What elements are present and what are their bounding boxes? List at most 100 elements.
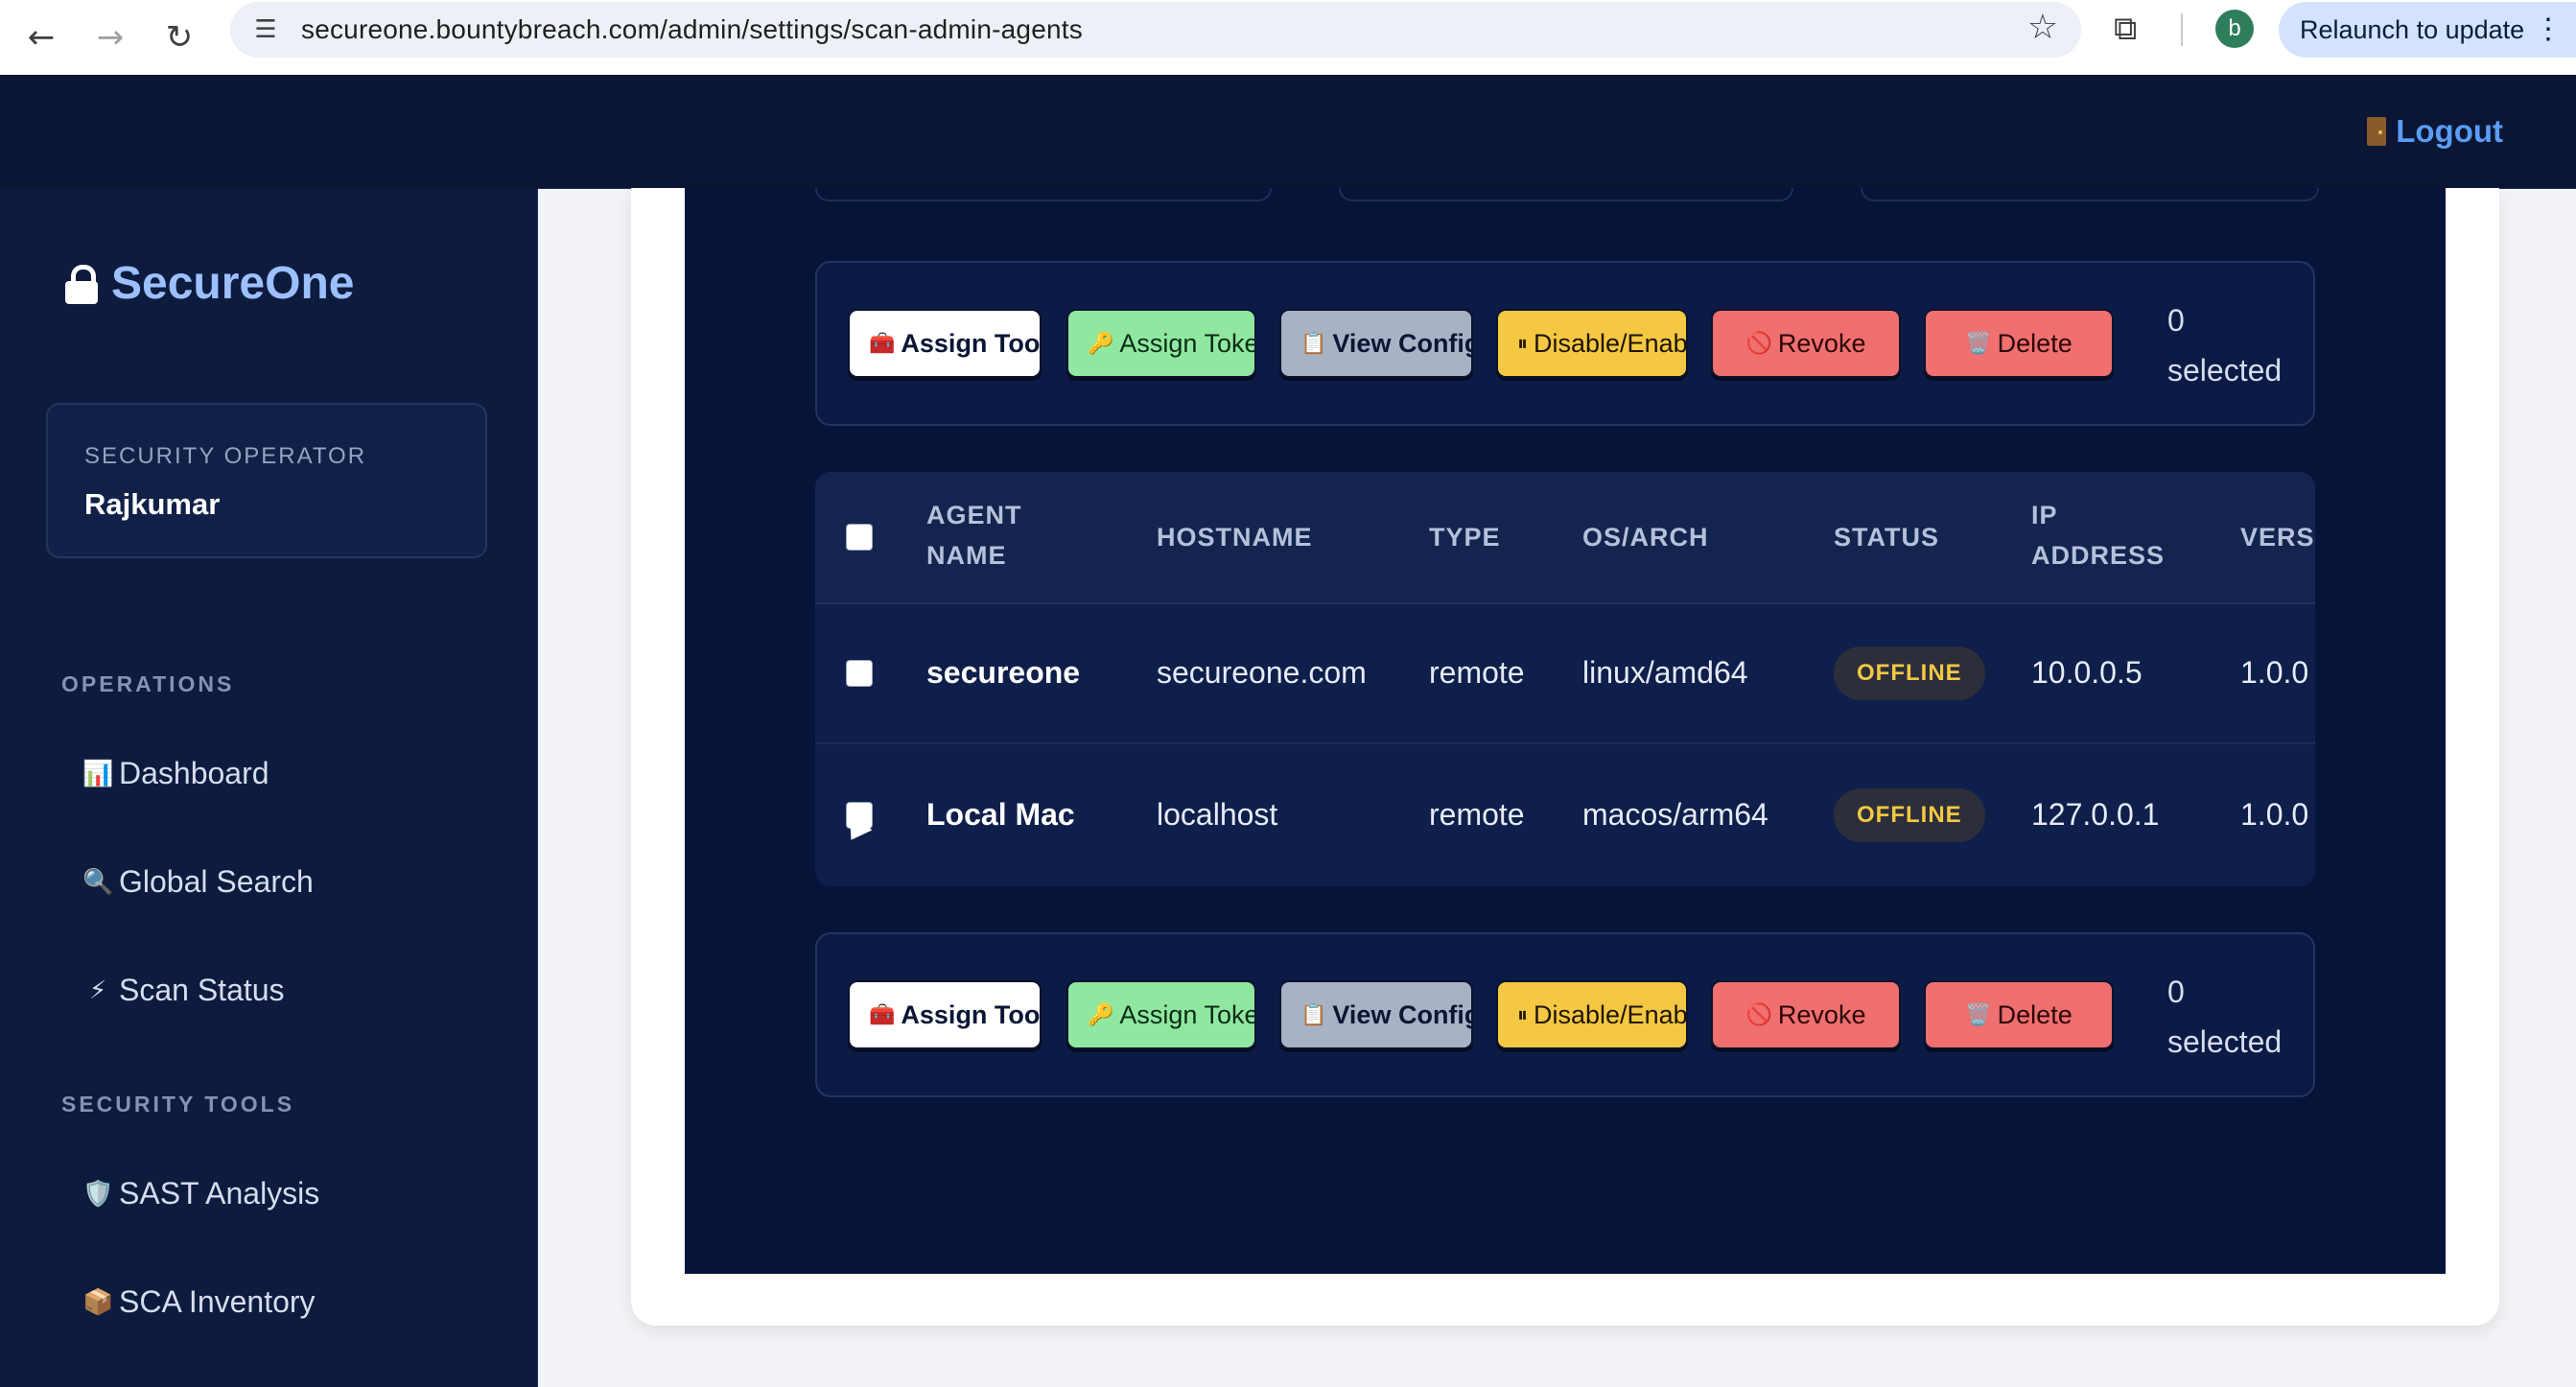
relaunch-label: Relaunch to update bbox=[2300, 15, 2525, 44]
bulk-action-bar-top: 🧰 Assign Tools 🔑 Assign Token 📋 View Con… bbox=[815, 261, 2315, 426]
address-bar[interactable]: ☰ secureone.bountybreach.com/admin/setti… bbox=[230, 2, 2081, 58]
row-checkbox[interactable] bbox=[846, 660, 873, 687]
sidebar-item-label: Scan Status bbox=[119, 973, 285, 1007]
toolbox-icon: 🧰 bbox=[869, 331, 896, 356]
user-card: SECURITY OPERATOR Rajkumar bbox=[46, 403, 487, 558]
type-cell: remote bbox=[1429, 655, 1525, 690]
clipboard-icon: 📋 bbox=[1300, 331, 1327, 356]
url-text[interactable]: secureone.bountybreach.com/admin/setting… bbox=[301, 2, 1083, 58]
tune-icon[interactable]: ☰ bbox=[247, 12, 284, 48]
assign-token-button[interactable]: 🔑 Assign Token bbox=[1066, 309, 1256, 378]
door-icon bbox=[2367, 117, 2387, 146]
delete-button[interactable]: 🗑️ Delete bbox=[1924, 980, 2114, 1049]
assign-token-label: Assign Token bbox=[1119, 328, 1254, 358]
logout-label: Logout bbox=[2396, 113, 2503, 149]
agent-name-cell: Local Mac bbox=[926, 797, 1075, 832]
assign-tools-button[interactable]: 🧰 Assign Tools bbox=[848, 309, 1042, 378]
disable-enable-button[interactable]: ⏸ Disable/Enable bbox=[1496, 309, 1688, 378]
type-cell: remote bbox=[1429, 797, 1525, 832]
selected-label: selected bbox=[2167, 353, 2283, 388]
status-badge: OFFLINE bbox=[1834, 646, 1985, 700]
selected-count: 0 bbox=[2167, 975, 2185, 1009]
toolbox-icon: 🧰 bbox=[869, 1002, 896, 1027]
column-header-type[interactable]: TYPE bbox=[1429, 517, 1501, 557]
sidebar-item-label: SCA Inventory bbox=[119, 1284, 316, 1319]
forward-arrow-icon[interactable]: → bbox=[86, 13, 134, 61]
ip-address-cell: 127.0.0.1 bbox=[2031, 797, 2160, 832]
shield-icon: 🛡️ bbox=[82, 1179, 114, 1209]
key-icon: 🔑 bbox=[1088, 331, 1114, 356]
ip-address-cell: 10.0.0.5 bbox=[2031, 655, 2143, 690]
package-icon: 📦 bbox=[82, 1287, 114, 1317]
table-row[interactable]: secureone secureone.com remote linux/amd… bbox=[815, 602, 2315, 744]
screen-search-icon[interactable]: ⧉ bbox=[2114, 10, 2137, 48]
sidebar-item-global-search[interactable]: 🔍 Global Search bbox=[82, 864, 314, 900]
assign-tools-button[interactable]: 🧰 Assign Tools bbox=[848, 980, 1042, 1049]
card-stub bbox=[1861, 188, 2319, 201]
view-config-label: View Config bbox=[1332, 328, 1473, 358]
prohibited-icon: 🚫 bbox=[1745, 1002, 1772, 1027]
hostname-cell: localhost bbox=[1157, 797, 1278, 832]
revoke-button[interactable]: 🚫 Revoke bbox=[1711, 309, 1901, 378]
version-cell: 1.0.0 bbox=[2240, 655, 2309, 690]
table-row[interactable]: Local Mac localhost remote macos/arm64 O… bbox=[815, 744, 2315, 884]
pause-icon: ⏸ bbox=[1517, 331, 1529, 356]
revoke-button[interactable]: 🚫 Revoke bbox=[1711, 980, 1901, 1049]
column-header-status[interactable]: STATUS bbox=[1834, 517, 1939, 557]
section-label-security-tools: SECURITY TOOLS bbox=[61, 1092, 295, 1117]
logout-button[interactable]: Logout bbox=[2367, 113, 2503, 150]
column-header-ip-address[interactable]: IP ADDRESS bbox=[2031, 495, 2164, 576]
key-icon: 🔑 bbox=[1088, 1002, 1114, 1027]
assign-token-button[interactable]: 🔑 Assign Token bbox=[1066, 980, 1256, 1049]
trash-icon: 🗑️ bbox=[1965, 1002, 1992, 1027]
relaunch-button[interactable]: Relaunch to update ⋮ bbox=[2279, 2, 2576, 58]
assign-token-label: Assign Token bbox=[1119, 999, 1254, 1029]
selected-counter: 0 selected bbox=[2167, 295, 2282, 395]
agents-table: AGENT NAME HOSTNAME TYPE OS/ARCH STATUS … bbox=[815, 472, 2315, 886]
delete-label: Delete bbox=[1997, 999, 2073, 1029]
table-header: AGENT NAME HOSTNAME TYPE OS/ARCH STATUS … bbox=[815, 472, 2315, 604]
assign-tools-label: Assign Tools bbox=[901, 999, 1041, 1029]
magnifier-icon: 🔍 bbox=[82, 867, 114, 897]
column-header-hostname[interactable]: HOSTNAME bbox=[1157, 517, 1313, 557]
sidebar: SecureOne SECURITY OPERATOR Rajkumar OPE… bbox=[0, 188, 538, 1387]
lock-icon bbox=[65, 264, 98, 304]
prohibited-icon: 🚫 bbox=[1745, 331, 1772, 356]
sidebar-item-dashboard[interactable]: 📊 Dashboard bbox=[82, 756, 269, 791]
view-config-label: View Config bbox=[1332, 999, 1473, 1029]
select-all-checkbox[interactable] bbox=[846, 524, 873, 551]
profile-avatar[interactable]: b bbox=[2215, 10, 2254, 48]
sidebar-item-sast-analysis[interactable]: 🛡️ SAST Analysis bbox=[82, 1176, 319, 1211]
column-header-version[interactable]: VERSION bbox=[2240, 517, 2315, 557]
sidebar-item-scan-status[interactable]: ⚡ Scan Status bbox=[82, 973, 285, 1008]
selected-counter: 0 selected bbox=[2167, 967, 2282, 1067]
view-config-button[interactable]: 📋 View Config bbox=[1279, 980, 1473, 1049]
browser-toolbar: ← → ↻ ☰ secureone.bountybreach.com/admin… bbox=[0, 0, 2576, 76]
back-arrow-icon[interactable]: ← bbox=[17, 13, 65, 61]
status-badge: OFFLINE bbox=[1834, 788, 1985, 842]
user-name: Rajkumar bbox=[84, 487, 221, 521]
delete-button[interactable]: 🗑️ Delete bbox=[1924, 309, 2114, 378]
app-header: Logout bbox=[0, 75, 2576, 189]
os-arch-cell: macos/arm64 bbox=[1582, 797, 1768, 832]
sidebar-item-sca-inventory[interactable]: 📦 SCA Inventory bbox=[82, 1284, 316, 1320]
card-stub bbox=[815, 188, 1272, 201]
vertical-dots-icon[interactable]: ⋮ bbox=[2534, 2, 2563, 58]
delete-label: Delete bbox=[1997, 328, 2073, 358]
selected-count: 0 bbox=[2167, 303, 2185, 338]
sidebar-item-label: Global Search bbox=[119, 864, 314, 899]
reload-icon[interactable]: ↻ bbox=[155, 13, 203, 61]
agent-name-cell: secureone bbox=[926, 655, 1081, 690]
disable-enable-label: Disable/Enable bbox=[1534, 328, 1688, 358]
brand[interactable]: SecureOne bbox=[65, 257, 354, 310]
view-config-button[interactable]: 📋 View Config bbox=[1279, 309, 1473, 378]
star-icon[interactable]: ☆ bbox=[2027, 8, 2058, 47]
revoke-label: Revoke bbox=[1777, 328, 1866, 358]
section-label-operations: OPERATIONS bbox=[61, 671, 235, 696]
column-header-os-arch[interactable]: OS/ARCH bbox=[1582, 517, 1709, 557]
disable-enable-button[interactable]: ⏸ Disable/Enable bbox=[1496, 980, 1688, 1049]
os-arch-cell: linux/amd64 bbox=[1582, 655, 1748, 690]
sidebar-item-label: Dashboard bbox=[119, 756, 269, 790]
assign-tools-label: Assign Tools bbox=[901, 328, 1041, 358]
column-header-agent-name[interactable]: AGENT NAME bbox=[926, 495, 1042, 576]
